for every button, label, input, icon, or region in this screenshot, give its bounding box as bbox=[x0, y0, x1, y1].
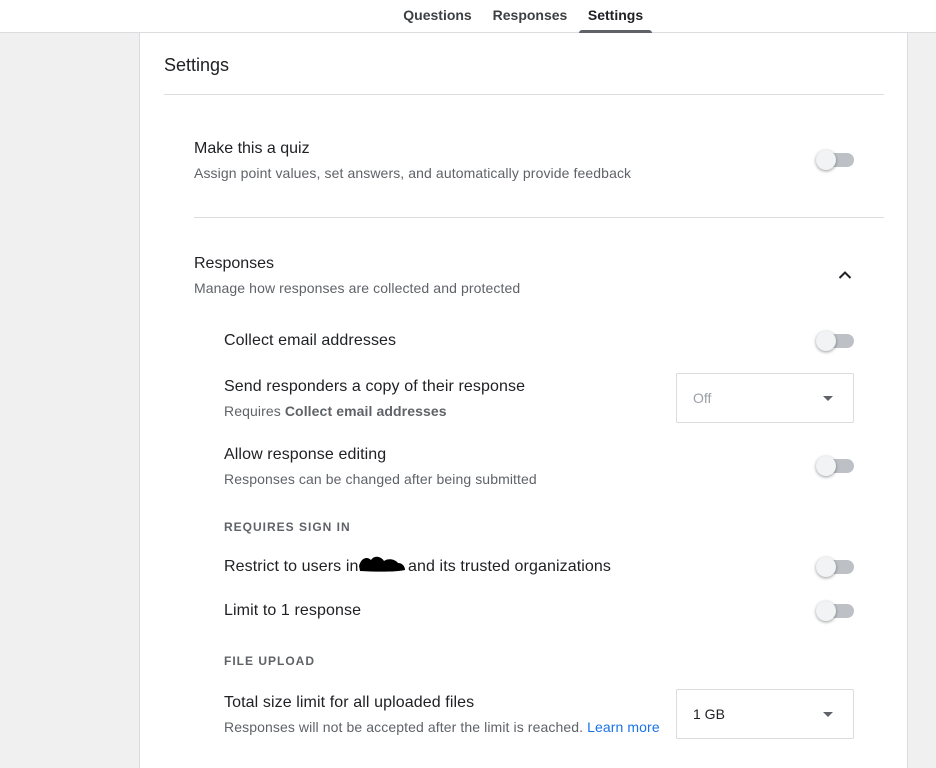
quiz-title: Make this a quiz bbox=[194, 140, 310, 157]
responses-section-subtitle: Manage how responses are collected and p… bbox=[194, 280, 521, 296]
responses-section-title: Responses bbox=[194, 255, 275, 272]
file-upload-label: FILE UPLOAD bbox=[224, 654, 315, 668]
settings-card: Settings Make this a quiz Assign point v… bbox=[139, 33, 908, 768]
allow-editing-subtitle: Responses can be changed after being sub… bbox=[224, 471, 537, 487]
arrow-drop-down-icon bbox=[823, 396, 833, 401]
dropdown-value: 1 GB bbox=[693, 706, 725, 722]
requires-setting-name: Collect email addresses bbox=[284, 403, 447, 419]
toggle-thumb bbox=[816, 150, 836, 170]
restrict-users-title-start: Restrict to users in bbox=[224, 558, 359, 575]
learn-more-link[interactable]: Learn more bbox=[587, 719, 660, 735]
arrow-drop-down-icon bbox=[823, 712, 833, 717]
chevron-up-icon[interactable] bbox=[833, 263, 857, 287]
size-limit-dropdown[interactable]: 1 GB bbox=[676, 689, 854, 739]
requires-prefix: Requires bbox=[224, 403, 281, 419]
title-divider bbox=[164, 94, 884, 95]
toggle-thumb bbox=[816, 557, 836, 577]
redaction-scribble bbox=[359, 556, 405, 572]
tab-responses[interactable]: Responses bbox=[490, 0, 570, 32]
toggle-thumb bbox=[816, 331, 836, 351]
restrict-users-toggle[interactable] bbox=[816, 557, 854, 577]
top-tab-bar: Questions Responses Settings bbox=[0, 0, 936, 33]
send-copy-requires: Requires Collect email addresses bbox=[224, 403, 447, 419]
requires-sign-in-label: REQUIRES SIGN IN bbox=[224, 520, 351, 534]
allow-editing-toggle[interactable] bbox=[816, 456, 854, 476]
collect-email-toggle[interactable] bbox=[816, 331, 854, 351]
tab-questions[interactable]: Questions bbox=[398, 0, 477, 32]
size-limit-subtitle: Responses will not be accepted after the… bbox=[224, 719, 660, 735]
send-copy-dropdown[interactable]: Off bbox=[676, 373, 854, 423]
toggle-thumb bbox=[816, 601, 836, 621]
page-title: Settings bbox=[164, 55, 230, 75]
quiz-toggle[interactable] bbox=[816, 150, 854, 170]
dropdown-value: Off bbox=[693, 390, 712, 406]
quiz-subtitle: Assign point values, set answers, and au… bbox=[194, 165, 632, 181]
tab-settings[interactable]: Settings bbox=[579, 0, 652, 33]
size-limit-text: Responses will not be accepted after the… bbox=[224, 719, 584, 735]
allow-editing-title: Allow response editing bbox=[224, 446, 387, 463]
size-limit-title: Total size limit for all uploaded files bbox=[224, 694, 475, 711]
send-copy-title: Send responders a copy of their response bbox=[224, 378, 526, 395]
limit-one-toggle[interactable] bbox=[816, 601, 854, 621]
section-divider bbox=[194, 217, 884, 218]
restrict-users-title-end: and its trusted organizations bbox=[408, 558, 612, 575]
toggle-thumb bbox=[816, 456, 836, 476]
collect-email-title: Collect email addresses bbox=[224, 332, 397, 349]
limit-one-title: Limit to 1 response bbox=[224, 602, 362, 619]
